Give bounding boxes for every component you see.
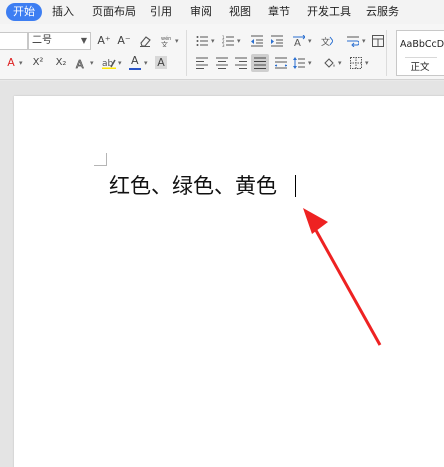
arrow-head <box>303 208 328 234</box>
arrow-shaft <box>311 224 382 346</box>
annotation-arrow <box>303 208 382 346</box>
